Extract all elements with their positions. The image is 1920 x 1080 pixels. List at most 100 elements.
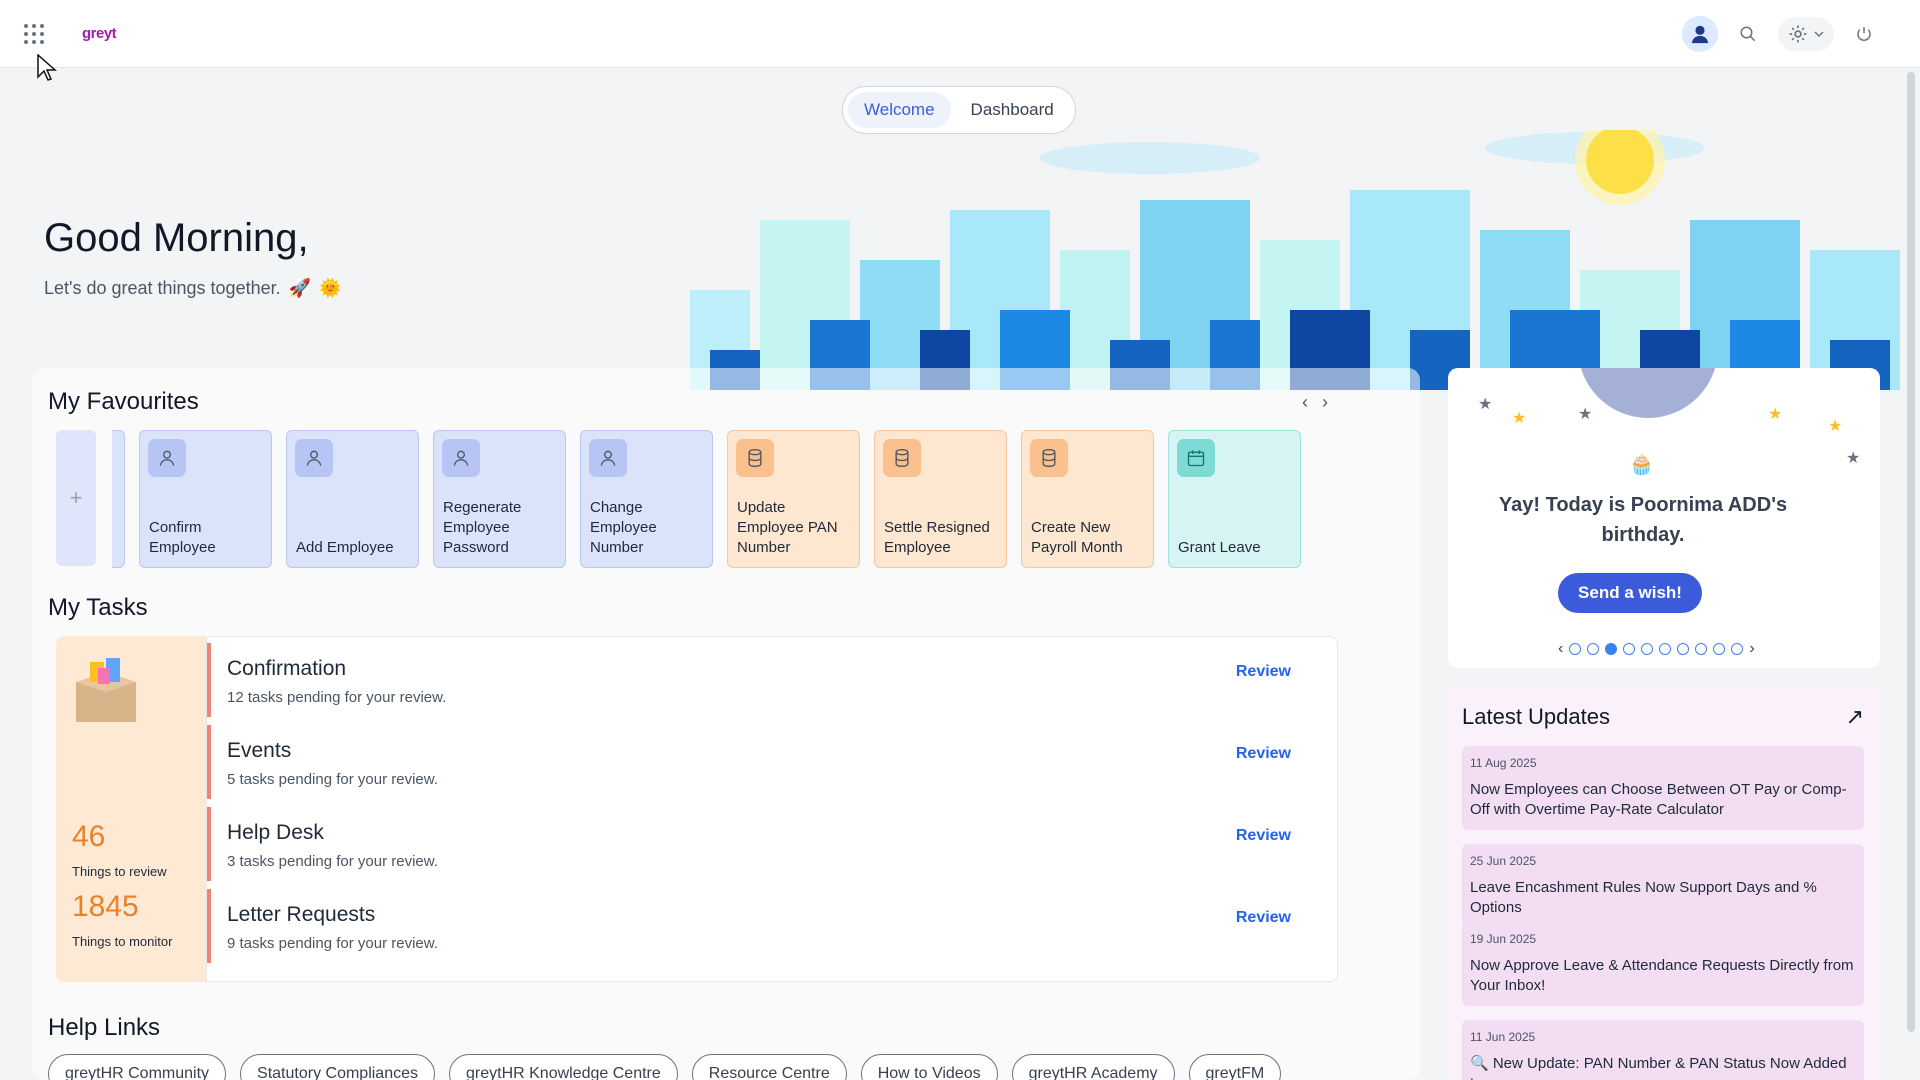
- chevron-left-icon[interactable]: ‹: [1558, 640, 1563, 658]
- birthday-card: ★ ★ ★ ★ ★ ★ 🧁 Yay! Today is Poornima ADD…: [1448, 368, 1880, 668]
- chevron-right-icon[interactable]: ›: [1749, 640, 1754, 658]
- favourite-label: Add Employee: [296, 539, 394, 556]
- star-icon: ★: [1512, 410, 1527, 427]
- favourite-label: Grant Leave: [1178, 539, 1261, 556]
- chevron-left-icon[interactable]: ‹: [1302, 392, 1308, 413]
- update-date: 11 Aug 2025: [1470, 756, 1537, 770]
- carousel-dot[interactable]: [1605, 643, 1618, 655]
- task-row[interactable]: Letter Requests 9 tasks pending for your…: [207, 883, 1337, 963]
- latest-updates-title: Latest Updates: [1462, 704, 1610, 729]
- task-desc: 12 tasks pending for your review.: [227, 689, 447, 706]
- review-link[interactable]: Review: [1236, 745, 1291, 763]
- review-link[interactable]: Review: [1236, 663, 1291, 681]
- review-link[interactable]: Review: [1236, 909, 1291, 927]
- favourite-card[interactable]: Create New Payroll Month: [1021, 430, 1154, 568]
- carousel-dot[interactable]: [1641, 643, 1654, 655]
- update-date: 11 Jun 2025: [1470, 1030, 1536, 1044]
- update-text: Leave Encashment Rules Now Support Days …: [1470, 879, 1817, 916]
- user-icon: [148, 439, 186, 477]
- scrollbar-thumb[interactable]: [1907, 72, 1915, 1032]
- send-wish-button[interactable]: Send a wish!: [1558, 573, 1702, 613]
- carousel-dot[interactable]: [1677, 643, 1690, 655]
- update-text: 🔍 New Update: PAN Number & PAN Status No…: [1470, 1055, 1847, 1080]
- favourite-card[interactable]: Employee Onboarding: [112, 430, 125, 568]
- favourite-card[interactable]: Regenerate Employee Password: [433, 430, 566, 568]
- task-desc: 5 tasks pending for your review.: [227, 771, 438, 788]
- task-name: Confirmation: [227, 657, 347, 680]
- task-row[interactable]: Help Desk 3 tasks pending for your revie…: [207, 801, 1337, 881]
- city-skyline-illustration: [690, 130, 1900, 390]
- add-favourite-button[interactable]: +: [56, 430, 96, 566]
- task-bar: [207, 725, 211, 799]
- task-bar: [207, 889, 211, 963]
- favourites-title: My Favourites: [48, 388, 199, 415]
- carousel-dot[interactable]: [1713, 643, 1726, 655]
- carousel-dot[interactable]: [1587, 643, 1600, 655]
- help-link[interactable]: Statutory Compliances: [240, 1054, 435, 1080]
- apps-grid-icon[interactable]: [24, 24, 44, 44]
- update-item[interactable]: 11 Aug 2025 Now Employees can Choose Bet…: [1462, 746, 1864, 830]
- review-link[interactable]: Review: [1236, 827, 1291, 845]
- cake-icon: 🧁: [1629, 454, 1654, 476]
- update-item[interactable]: 25 Jun 2025 Leave Encashment Rules Now S…: [1462, 844, 1864, 928]
- favourite-label: Change Employee Number: [590, 499, 657, 556]
- help-link[interactable]: Resource Centre: [691, 1054, 847, 1080]
- task-row[interactable]: Events 5 tasks pending for your review. …: [207, 719, 1337, 799]
- carousel-dot[interactable]: [1659, 643, 1672, 655]
- scrollbar[interactable]: [1906, 70, 1916, 1032]
- help-link[interactable]: How to Videos: [860, 1054, 998, 1080]
- favourite-label: Create New Payroll Month: [1031, 519, 1123, 556]
- settings-menu-button[interactable]: [1778, 17, 1834, 51]
- arrow-up-right-icon[interactable]: ↗: [1846, 704, 1864, 730]
- database-icon: [883, 439, 921, 477]
- task-row[interactable]: Confirmation 12 tasks pending for your r…: [207, 637, 1337, 717]
- help-link[interactable]: greytHR Community: [48, 1054, 227, 1080]
- favourite-card[interactable]: Change Employee Number: [580, 430, 713, 568]
- help-link[interactable]: greytHR Knowledge Centre: [449, 1054, 678, 1080]
- app-logo[interactable]: greyt: [82, 25, 117, 42]
- tab-welcome[interactable]: Welcome: [848, 92, 951, 128]
- tab-dashboard[interactable]: Dashboard: [955, 92, 1070, 128]
- logout-button[interactable]: [1848, 18, 1880, 50]
- mouse-cursor-icon: [37, 54, 57, 81]
- favourite-card[interactable]: Settle Resigned Employee: [874, 430, 1007, 568]
- gear-icon: [1789, 25, 1807, 43]
- task-name: Letter Requests: [227, 903, 376, 926]
- carousel-dot[interactable]: [1731, 643, 1744, 655]
- help-links-title: Help Links: [48, 1014, 161, 1041]
- database-icon: [1030, 439, 1068, 477]
- favourite-card[interactable]: Grant Leave: [1168, 430, 1301, 568]
- favourite-card[interactable]: Add Employee: [286, 430, 419, 568]
- search-button[interactable]: [1732, 18, 1764, 50]
- task-name: Events: [227, 739, 292, 762]
- review-count: 46: [72, 820, 106, 853]
- top-bar: greyt: [0, 0, 1920, 68]
- calendar-icon: [1177, 439, 1215, 477]
- carousel-dot[interactable]: [1569, 643, 1582, 655]
- power-icon: [1857, 27, 1871, 41]
- chevron-right-icon[interactable]: ›: [1322, 392, 1328, 413]
- update-date: 19 Jun 2025: [1470, 932, 1537, 946]
- latest-updates-panel: Latest Updates ↗ 11 Aug 2025 Now Employe…: [1446, 686, 1882, 1080]
- avatar[interactable]: [1682, 16, 1718, 52]
- star-icon: ★: [1828, 418, 1843, 435]
- favourite-label: Employee Onboarding: [112, 518, 118, 558]
- favourite-card[interactable]: Confirm Employee: [139, 430, 272, 568]
- monitor-count-label: Things to monitor: [72, 934, 173, 949]
- task-list: Confirmation 12 tasks pending for your r…: [206, 636, 1338, 982]
- carousel-dot[interactable]: [1623, 643, 1636, 655]
- tasks-title: My Tasks: [48, 594, 148, 621]
- update-item[interactable]: 11 Jun 2025 🔍 New Update: PAN Number & P…: [1462, 1020, 1864, 1080]
- update-text: Now Employees can Choose Between OT Pay …: [1470, 781, 1847, 818]
- user-avatar-icon: [1691, 25, 1709, 44]
- carousel-dot[interactable]: [1695, 643, 1708, 655]
- help-link[interactable]: greytFM: [1188, 1054, 1282, 1080]
- task-name: Help Desk: [227, 821, 324, 844]
- page-tabs: Welcome Dashboard: [842, 86, 1076, 134]
- help-link[interactable]: greytHR Academy: [1011, 1054, 1175, 1080]
- favourite-label: Regenerate Employee Password: [443, 499, 522, 556]
- update-item[interactable]: 19 Jun 2025 Now Approve Leave & Attendan…: [1462, 922, 1864, 1006]
- monitor-count: 1845: [72, 890, 139, 923]
- favourite-card[interactable]: Update Employee PAN Number: [727, 430, 860, 568]
- star-icon: ★: [1578, 406, 1593, 423]
